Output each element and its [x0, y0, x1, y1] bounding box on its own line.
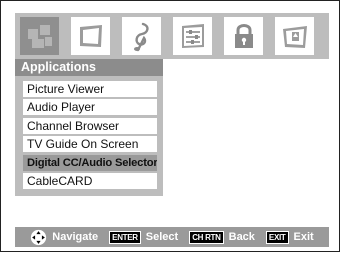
back-label: Back	[228, 231, 255, 243]
ch-rtn-key-badge: CH RTN	[189, 230, 224, 244]
menu-item-audio-player[interactable]: Audio Player	[23, 99, 157, 116]
tab-setup[interactable]	[173, 17, 212, 55]
tab-sound[interactable]	[122, 17, 161, 55]
tab-applications[interactable]	[20, 17, 59, 55]
lock-icon	[234, 24, 253, 48]
select-label: Select	[145, 231, 179, 243]
menu-item-cablecard[interactable]: CableCARD	[23, 172, 157, 189]
top-menu-bar	[15, 13, 329, 59]
setup-icon	[181, 24, 204, 48]
menu-item-digital-cc-audio-selector[interactable]: Digital CC/Audio Selector	[23, 154, 157, 171]
exit-key-badge: EXIT	[265, 230, 289, 244]
applications-panel: Picture Viewer Audio Player Channel Brow…	[15, 76, 163, 196]
applications-icon	[27, 25, 52, 48]
exit-label: Exit	[293, 231, 314, 243]
enter-key-badge: ENTER	[109, 230, 141, 244]
menu-item-tv-guide[interactable]: TV Guide On Screen	[23, 136, 157, 153]
sound-icon	[133, 22, 149, 52]
panel-title: Applications	[15, 59, 163, 76]
navigate-label: Navigate	[52, 231, 99, 243]
applications-menu: Picture Viewer Audio Player Channel Brow…	[23, 81, 157, 191]
menu-item-picture-viewer[interactable]: Picture Viewer	[23, 81, 157, 97]
tab-picture[interactable]	[71, 17, 110, 55]
menu-item-channel-browser[interactable]: Channel Browser	[23, 117, 157, 134]
picture-icon	[79, 25, 102, 47]
navigate-dpad-icon	[31, 229, 47, 245]
tab-preferences[interactable]	[275, 17, 314, 55]
tv-menu-screen: Applications Picture Viewer Audio Player…	[0, 0, 340, 252]
navigation-legend-bar: Navigate ENTER Select CH RTN Back EXIT E…	[15, 227, 329, 247]
preferences-icon	[282, 26, 307, 48]
tab-lock[interactable]	[224, 17, 263, 55]
